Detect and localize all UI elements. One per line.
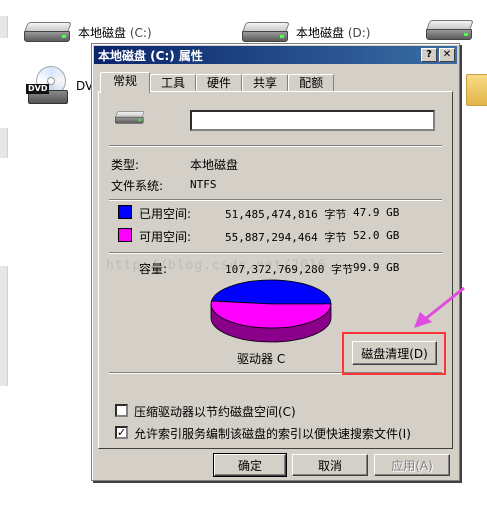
help-button[interactable]: ? (421, 48, 437, 62)
filesystem-value: NTFS (190, 178, 217, 191)
type-value: 本地磁盘 (190, 158, 239, 172)
drive-d-letter: (D:) (347, 25, 371, 40)
index-label: 允许索引服务编制该磁盘的索引以便快速搜索文件(I) (134, 427, 411, 441)
dvd-tag: DVD (26, 84, 50, 94)
drive-c-letter: (C:) (129, 25, 152, 40)
separator (109, 252, 442, 254)
ok-button[interactable]: 确定 (213, 453, 287, 477)
capacity-label: 容量: (139, 262, 168, 276)
tab-tools[interactable]: 工具 (150, 74, 197, 92)
hard-drive-icon (24, 20, 72, 44)
cancel-button[interactable]: 取消 (292, 454, 368, 476)
filesystem-label: 文件系统: (111, 179, 164, 193)
dvd-drive-icon: DVD (26, 66, 70, 106)
tab-quota[interactable]: 配额 (288, 74, 335, 92)
used-space-bytes: 51,485,474,816 字节 (225, 208, 347, 221)
tab-general[interactable]: 常规 (100, 72, 151, 93)
nav-pane-edge (0, 16, 8, 38)
apply-button[interactable]: 应用(A) (374, 454, 450, 476)
used-space-label: 已用空间: (139, 207, 192, 221)
free-space-label: 可用空间: (139, 230, 192, 244)
capacity-bytes: 107,372,769,280 字节 (225, 263, 353, 276)
dialog-titlebar[interactable]: 本地磁盘 (C:) 属性 ? ✕ (94, 46, 457, 64)
drive-c-item[interactable]: 本地磁盘 (C:) (24, 20, 152, 44)
nav-pane-edge (0, 128, 8, 158)
folder-icon[interactable] (466, 70, 487, 106)
drive-d-name: 本地磁盘 (296, 25, 345, 40)
tab-sharing[interactable]: 共享 (242, 74, 289, 92)
hard-drive-icon (426, 18, 474, 42)
compress-checkbox[interactable] (115, 404, 128, 417)
used-space-swatch (118, 205, 132, 219)
drive-d-item[interactable]: 本地磁盘 (D:) (242, 20, 371, 44)
drive-c-name: 本地磁盘 (78, 25, 127, 40)
type-label: 类型: (111, 158, 140, 172)
drive-e-item[interactable] (426, 18, 474, 42)
highlight-box (342, 332, 446, 375)
free-space-swatch (118, 228, 132, 242)
separator (109, 199, 442, 201)
free-space-bytes: 55,887,294,464 字节 (225, 231, 347, 244)
separator (109, 145, 442, 147)
hard-drive-icon (242, 20, 290, 44)
tab-hardware[interactable]: 硬件 (196, 74, 243, 92)
dialog-title: 本地磁盘 (C:) 属性 (98, 48, 203, 63)
annotation-arrow-icon (414, 286, 465, 328)
pie-slice-used (210, 279, 332, 305)
index-checkbox[interactable]: ✓ (115, 426, 128, 439)
compress-label: 压缩驱动器以节约磁盘空间(C) (134, 405, 296, 419)
properties-dialog: 本地磁盘 (C:) 属性 ? ✕ 常规 工具 硬件 共享 配额 类型: 本地磁盘… (91, 43, 460, 481)
disk-usage-pie-chart (210, 279, 332, 343)
general-tab-pane: 类型: 本地磁盘 文件系统: NTFS 已用空间: 51,485,474,816… (98, 91, 453, 449)
capacity-gb: 99.9 GB (353, 261, 400, 274)
nav-pane-edge (0, 266, 8, 386)
tab-strip: 常规 工具 硬件 共享 配额 (100, 72, 335, 93)
hard-drive-icon (115, 110, 145, 125)
used-space-gb: 47.9 GB (353, 206, 400, 219)
drive-name-input[interactable] (190, 110, 435, 131)
free-space-gb: 52.0 GB (353, 229, 400, 242)
drive-letter-label: 驱动器 C (237, 352, 286, 366)
close-button[interactable]: ✕ (439, 48, 455, 62)
